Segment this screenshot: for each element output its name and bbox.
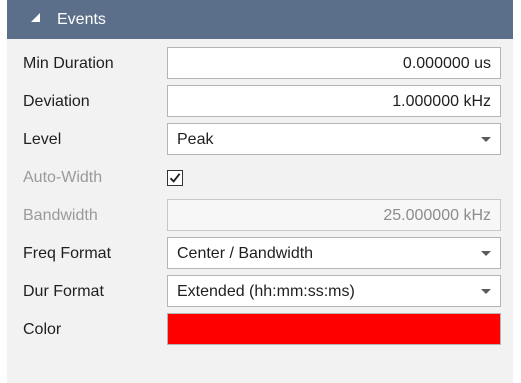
dur-format-dropdown[interactable]: Extended (hh:mm:ss:ms) [167, 275, 501, 307]
chevron-down-icon[interactable] [481, 251, 491, 256]
color-row: Color [7, 310, 513, 350]
chevron-down-icon[interactable] [481, 137, 491, 142]
deviation-value: 1.000000 kHz [392, 93, 491, 110]
deviation-input[interactable]: 1.000000 kHz [167, 85, 501, 117]
color-swatch[interactable] [167, 313, 501, 345]
freq-format-dropdown[interactable]: Center / Bandwidth [167, 237, 501, 269]
bandwidth-input: 25.000000 kHz [167, 199, 501, 231]
freq-format-row: Freq Format Center / Bandwidth [7, 234, 513, 274]
events-section-header[interactable]: Events [7, 0, 513, 39]
level-dropdown[interactable]: Peak [167, 123, 501, 155]
section-title: Events [57, 11, 106, 28]
auto-width-row: Auto-Width [7, 158, 513, 198]
triangle-expanded-icon[interactable] [31, 13, 40, 22]
dur-format-selected: Extended (hh:mm:ss:ms) [177, 283, 355, 300]
color-label: Color [23, 321, 62, 338]
min-duration-input[interactable]: 0.000000 us [167, 47, 501, 79]
dur-format-row: Dur Format Extended (hh:mm:ss:ms) [7, 272, 513, 312]
min-duration-label: Min Duration [23, 55, 114, 72]
level-label: Level [23, 131, 62, 148]
auto-width-checkbox[interactable] [167, 170, 183, 186]
min-duration-value: 0.000000 us [402, 55, 491, 72]
bandwidth-row: Bandwidth 25.000000 kHz [7, 196, 513, 236]
events-panel: Events Min Duration 0.000000 us Deviatio… [7, 0, 513, 383]
freq-format-selected: Center / Bandwidth [177, 245, 314, 262]
auto-width-label: Auto-Width [23, 169, 103, 186]
chevron-down-icon[interactable] [481, 289, 491, 294]
level-selected: Peak [177, 131, 214, 148]
deviation-label: Deviation [23, 93, 90, 110]
deviation-row: Deviation 1.000000 kHz [7, 82, 513, 122]
dur-format-label: Dur Format [23, 283, 104, 300]
min-duration-row: Min Duration 0.000000 us [7, 44, 513, 84]
freq-format-label: Freq Format [23, 245, 112, 262]
checkmark-icon [169, 173, 181, 183]
bandwidth-label: Bandwidth [23, 207, 98, 224]
level-row: Level Peak [7, 120, 513, 160]
bandwidth-value: 25.000000 kHz [383, 207, 491, 224]
